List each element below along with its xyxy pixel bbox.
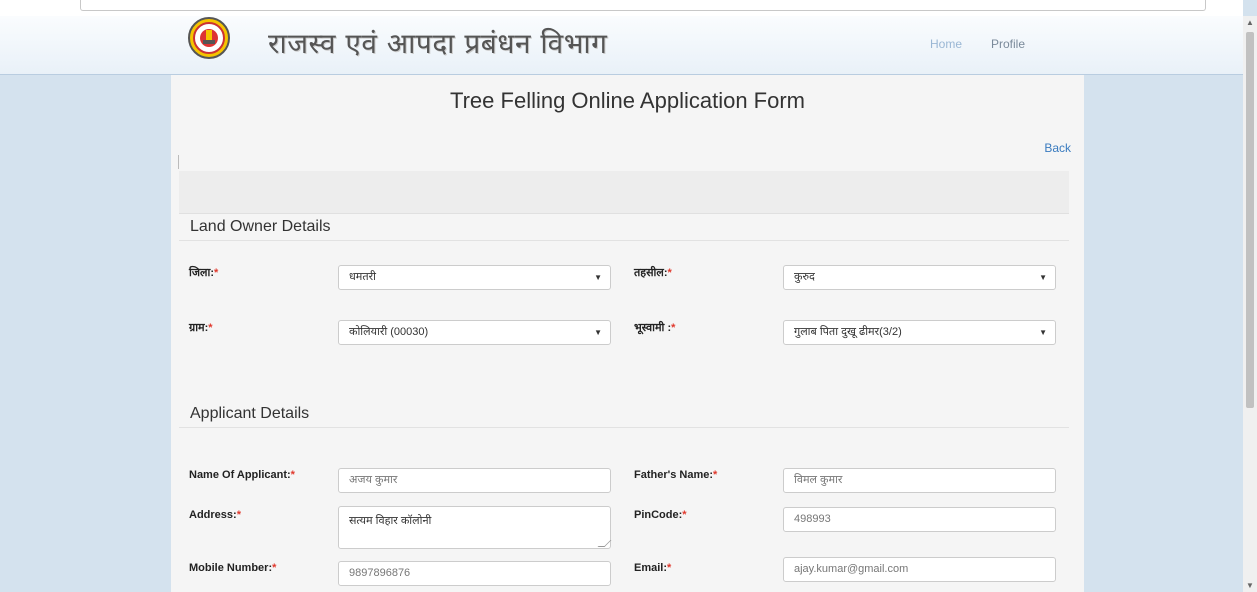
chevron-down-icon: ▼ [1039,273,1047,282]
site-header: राजस्व एवं आपदा प्रबंधन विभाग Home Profi… [0,16,1243,75]
applicant-name-label: Name Of Applicant:* [189,469,295,481]
form-panel: Tree Felling Online Application Form Bac… [171,75,1084,592]
text-cursor [178,155,179,169]
email-input[interactable]: ajay.kumar@gmail.com [783,557,1056,582]
page-title: Tree Felling Online Application Form [449,88,805,113]
jila-select-value: धमतरी [349,271,376,283]
jila-select[interactable]: धमतरी ▼ [338,265,611,290]
tahsil-select[interactable]: कुरुद ▼ [783,265,1056,290]
chevron-down-icon: ▼ [594,328,602,337]
mobile-input[interactable]: 9897896876 [338,561,611,586]
pincode-label: PinCode:* [634,509,687,521]
resize-handle-icon[interactable] [597,540,612,547]
father-name-label: Father's Name:* [634,469,718,481]
tahsil-select-value: कुरुद [794,271,815,283]
nav-home-link[interactable]: Home [930,37,962,51]
vertical-scrollbar[interactable]: ▲ ▼ [1243,16,1257,592]
back-link[interactable]: Back [1044,141,1071,155]
land-owner-heading: Land Owner Details [179,218,1069,241]
mobile-label: Mobile Number:* [189,562,277,574]
applicant-name-input[interactable]: अजय कुमार [338,468,611,493]
tahsil-label: तहसील:* [634,267,672,279]
father-name-input[interactable]: विमल कुमार [783,468,1056,493]
scroll-up-icon[interactable]: ▲ [1246,18,1254,27]
chevron-down-icon: ▼ [594,273,602,282]
address-textarea[interactable]: सत्यम विहार कॉलोनी [338,506,612,549]
jila-label: जिला:* [189,267,219,279]
pincode-input[interactable]: 498993 [783,507,1056,532]
address-bar[interactable] [80,0,1206,11]
department-title: राजस्व एवं आपदा प्रबंधन विभाग [268,27,608,60]
gram-select-value: कोलियारी (00030) [349,326,429,338]
bhuswami-select-value: गुलाब पिता दुखू ढीमर(3/2) [794,326,902,338]
gram-label: ग्राम:* [189,322,213,334]
nav-profile-link[interactable]: Profile [991,37,1025,51]
bhuswami-label: भूस्वामी :* [634,322,676,334]
bhuswami-select[interactable]: गुलाब पिता दुखू ढीमर(3/2) ▼ [783,320,1056,345]
scrollbar-thumb[interactable] [1246,32,1254,408]
applicant-heading: Applicant Details [179,405,1069,428]
info-bar [179,171,1069,214]
chevron-down-icon: ▼ [1039,328,1047,337]
government-emblem-icon [188,17,230,59]
email-label: Email:* [634,562,672,574]
scroll-down-icon[interactable]: ▼ [1246,581,1254,590]
address-label: Address:* [189,509,241,521]
top-strip [0,0,1243,16]
address-value: सत्यम विहार कॉलोनी [349,515,432,527]
gram-select[interactable]: कोलियारी (00030) ▼ [338,320,611,345]
